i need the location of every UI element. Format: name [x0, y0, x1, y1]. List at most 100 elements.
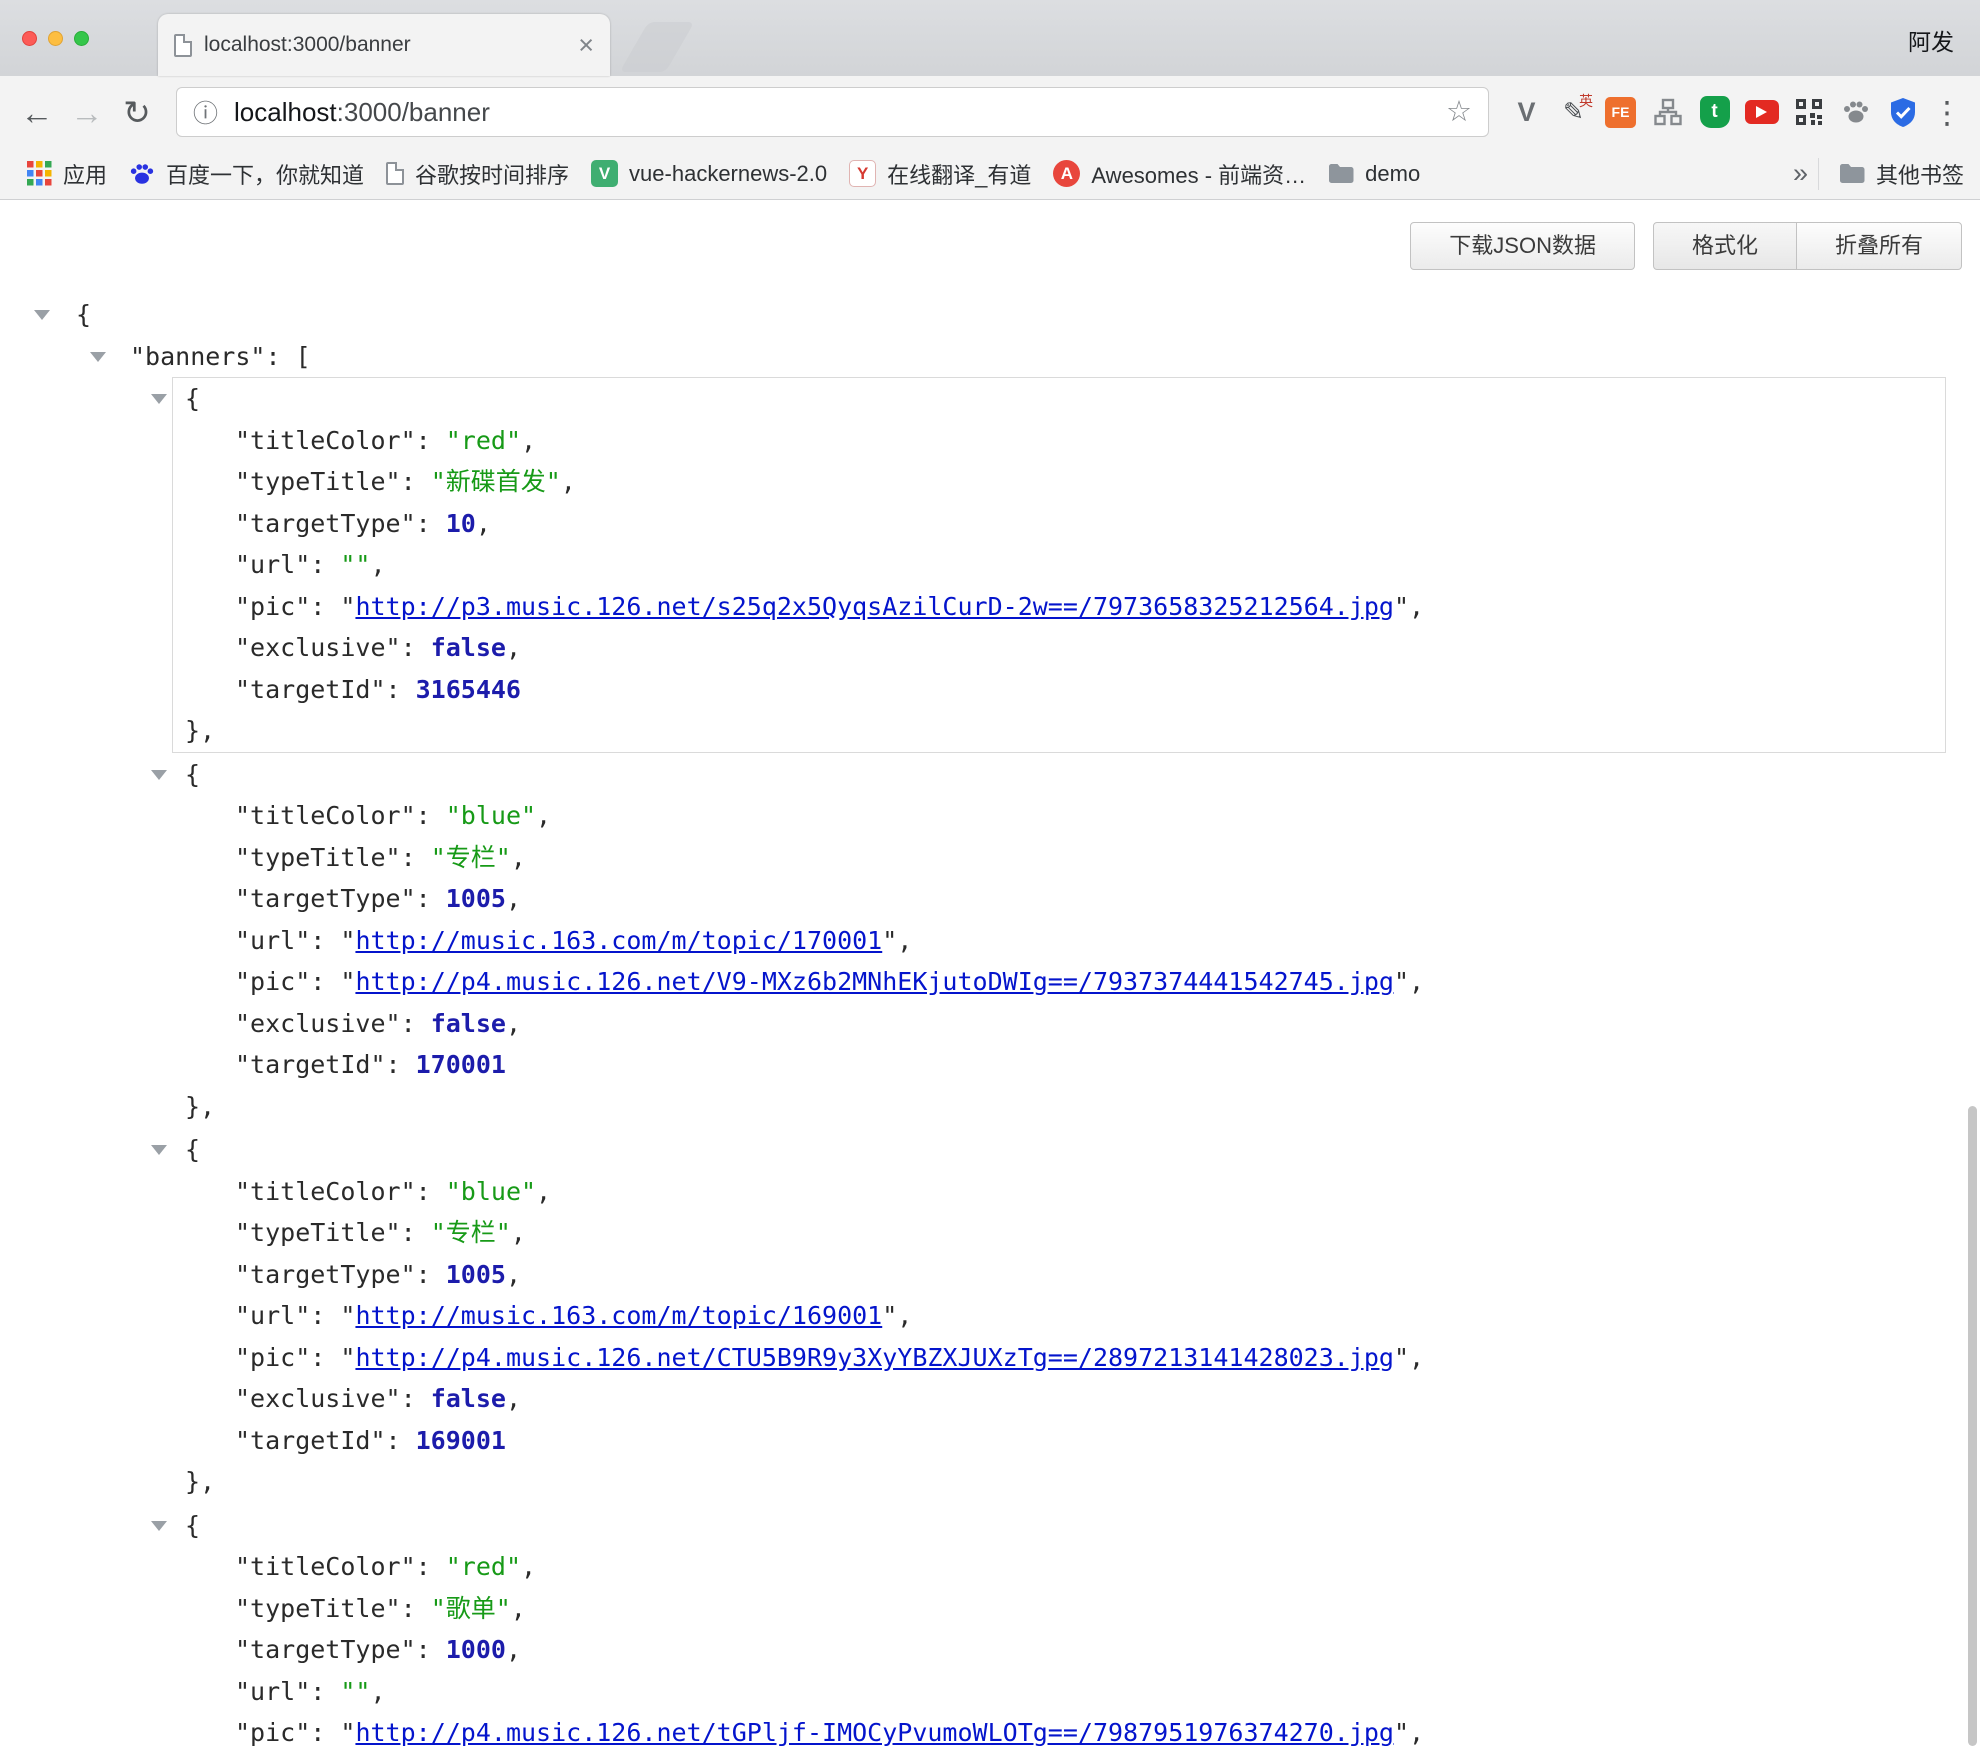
paw-extension-icon[interactable] [1832, 89, 1879, 135]
collapse-triangle-icon[interactable] [34, 310, 50, 320]
youtube-icon[interactable] [1738, 89, 1785, 135]
bookmark-vue-hackernews[interactable]: V vue-hackernews-2.0 [580, 160, 838, 187]
json-punctuation: , [897, 926, 912, 955]
json-punctuation: : [416, 1260, 446, 1289]
download-json-button[interactable]: 下载JSON数据 [1410, 222, 1635, 270]
json-url-link[interactable]: http://music.163.com/m/topic/169001 [355, 1301, 882, 1330]
json-key: "typeTitle" [235, 467, 401, 496]
bookmarks-overflow-chevron[interactable]: » [1783, 158, 1818, 189]
json-url-link[interactable]: http://p4.music.126.net/tGPljf-IMOCyPvum… [355, 1718, 1394, 1747]
json-punctuation: " [340, 1343, 355, 1372]
json-punctuation: " [340, 967, 355, 996]
json-key: "titleColor" [235, 1177, 416, 1206]
window-controls [22, 31, 89, 46]
json-punctuation: : [386, 1426, 416, 1455]
new-tab-button[interactable] [620, 22, 695, 72]
minimize-window-button[interactable] [48, 31, 63, 46]
browser-tab[interactable]: localhost:3000/banner × [158, 14, 610, 76]
extension-v-icon[interactable]: V [1503, 89, 1550, 135]
zoom-window-button[interactable] [74, 31, 89, 46]
json-url-link[interactable]: http://p4.music.126.net/V9-MXz6b2MNhEKju… [355, 967, 1394, 996]
collapse-triangle-icon[interactable] [151, 1521, 167, 1531]
json-object: {"titleColor": "red","typeTitle": "歌单","… [172, 1504, 1946, 1754]
json-punctuation: " [340, 1718, 355, 1747]
json-number-value: 170001 [416, 1050, 506, 1079]
json-number-value: false [431, 1384, 506, 1413]
forward-button[interactable]: → [62, 96, 112, 129]
json-property-line: "targetType": 1005, [173, 1254, 1945, 1296]
bookmark-label: 百度一下，你就知道 [166, 158, 364, 190]
collapse-triangle-icon[interactable] [151, 770, 167, 780]
navigation-toolbar: ← → ↻ ⓘ localhost:3000/banner ☆ V ✎英 FE … [0, 76, 1980, 148]
json-key: "exclusive" [235, 633, 401, 662]
bookmark-label: 应用 [63, 158, 107, 190]
json-url-link[interactable]: http://music.163.com/m/topic/170001 [355, 926, 882, 955]
tab-strip: localhost:3000/banner × 阿发 [0, 0, 1980, 76]
json-property-line: "url": "", [173, 544, 1945, 586]
json-key: "targetType" [235, 509, 416, 538]
bookmark-baidu[interactable]: 百度一下，你就知道 [118, 158, 375, 190]
profile-name[interactable]: 阿发 [1908, 23, 1954, 57]
tab-close-icon[interactable]: × [578, 32, 594, 59]
green-shield-extension-icon[interactable]: t [1691, 89, 1738, 135]
json-object: {"titleColor": "red","typeTitle": "新碟首发"… [172, 377, 1946, 753]
format-button[interactable]: 格式化 [1653, 222, 1797, 270]
qr-code-icon[interactable] [1785, 89, 1832, 135]
bookmark-star-icon[interactable]: ☆ [1446, 98, 1472, 127]
bookmark-demo-folder[interactable]: demo [1317, 161, 1431, 187]
json-key: "pic" [235, 1718, 310, 1747]
json-url-link[interactable]: http://p3.music.126.net/s25q2x5QyqsAzilC… [355, 592, 1394, 621]
vertical-scrollbar-thumb[interactable] [1968, 1106, 1977, 1746]
collapse-all-button[interactable]: 折叠所有 [1796, 222, 1962, 270]
json-punctuation: , [561, 467, 576, 496]
collapse-triangle-icon[interactable] [151, 1145, 167, 1155]
bookmark-google-sort[interactable]: 谷歌按时间排序 [375, 158, 580, 190]
blue-shield-check-icon[interactable] [1879, 89, 1926, 135]
json-string-value: "新碟首发" [431, 467, 561, 496]
json-property-line: "pic": "http://p4.music.126.net/tGPljf-I… [173, 1712, 1945, 1754]
bookmark-youdao-translate[interactable]: Y 在线翻译_有道 [838, 158, 1042, 190]
reload-button[interactable]: ↻ [112, 96, 162, 129]
json-property-line: "url": "http://music.163.com/m/topic/170… [173, 920, 1945, 962]
json-object-open-line: { [173, 754, 1945, 796]
browser-menu-icon[interactable]: ⋮ [1926, 97, 1968, 128]
json-punctuation: , [506, 1384, 521, 1413]
json-string-value: "" [340, 550, 370, 579]
json-punctuation: , [506, 1009, 521, 1038]
collapse-triangle-icon[interactable] [90, 352, 106, 362]
bookmark-awesomes[interactable]: A Awesomes - 前端资… [1042, 158, 1317, 190]
json-key: "pic" [235, 1343, 310, 1372]
json-property-line: "pic": "http://p3.music.126.net/s25q2x5Q… [173, 586, 1945, 628]
json-key: "typeTitle" [235, 1594, 401, 1623]
json-punctuation: : [416, 509, 446, 538]
json-key: "targetId" [235, 1426, 386, 1455]
baidu-paw-icon [129, 161, 155, 187]
other-bookmarks[interactable]: 其他书签 [1818, 158, 1964, 190]
address-bar[interactable]: ⓘ localhost:3000/banner ☆ [176, 87, 1489, 137]
json-punctuation: : [416, 801, 446, 830]
json-property-line: "url": "", [173, 1671, 1945, 1713]
json-property-line: "pic": "http://p4.music.126.net/CTU5B9R9… [173, 1337, 1945, 1379]
json-object: {"titleColor": "blue","typeTitle": "专栏",… [172, 1128, 1946, 1504]
bookmark-apps[interactable]: 应用 [16, 158, 118, 190]
json-property-line: "titleColor": "blue", [173, 1171, 1945, 1213]
bookmark-label: 谷歌按时间排序 [415, 158, 569, 190]
url-text: localhost:3000/banner [234, 97, 490, 128]
close-window-button[interactable] [22, 31, 37, 46]
back-button[interactable]: ← [12, 96, 62, 129]
collapse-triangle-icon[interactable] [151, 394, 167, 404]
json-key: "titleColor" [235, 426, 416, 455]
org-chart-icon[interactable] [1644, 89, 1691, 135]
json-punctuation: , [476, 509, 491, 538]
json-key: "pic" [235, 592, 310, 621]
awesomes-icon: A [1053, 160, 1080, 187]
apps-grid-icon [27, 161, 52, 186]
fe-extension-icon[interactable]: FE [1597, 89, 1644, 135]
json-punctuation: : [310, 926, 340, 955]
translate-pen-icon[interactable]: ✎英 [1550, 89, 1597, 135]
info-icon[interactable]: ⓘ [193, 94, 218, 130]
json-punctuation: : [386, 675, 416, 704]
json-url-link[interactable]: http://p4.music.126.net/CTU5B9R9y3XyYBZX… [355, 1343, 1394, 1372]
json-key: "typeTitle" [235, 843, 401, 872]
json-property-line: "targetId": 3165446 [173, 669, 1945, 711]
